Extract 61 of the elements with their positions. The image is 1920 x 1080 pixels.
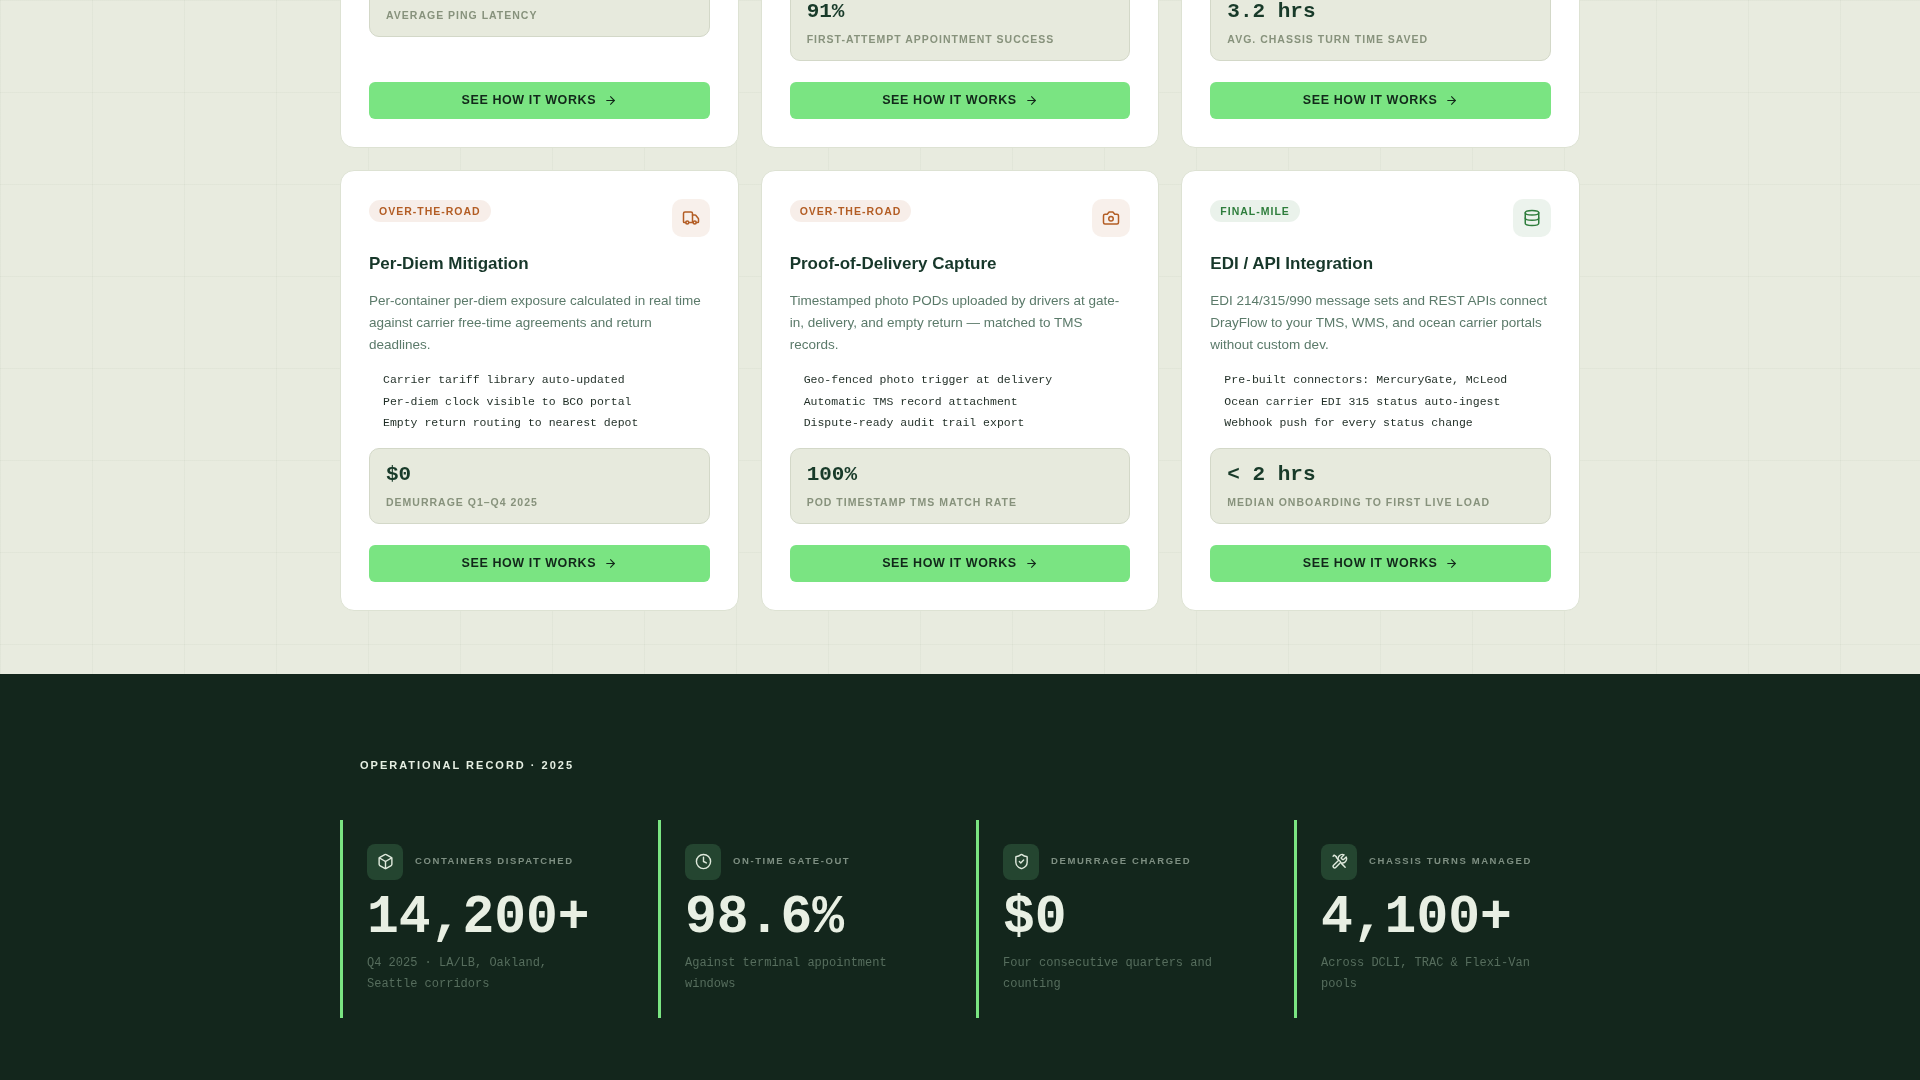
feature-bullet: Geo-fenced photo trigger at delivery (803, 372, 1053, 388)
stat-value: 4,100+ (1321, 888, 1512, 947)
feature-bullet: Pre-built connectors: MercuryGate, McLeod (1224, 372, 1508, 388)
card-title: Per-Diem Mitigation (369, 253, 530, 275)
stat-note: Q4 2025 · LA/LB, Oakland, Seattle corridors (367, 954, 549, 993)
metric-value: 3.2 hrs (1227, 0, 1316, 25)
database-icon (1513, 199, 1551, 237)
card-description: EDI 214/315/990 message sets and REST APIs connect DrayFlow to your TMS, WMS, and ocean carrier portals without custom dev. (1210, 292, 1549, 354)
stat-label: ON-TIME GATE-OUT (733, 854, 851, 869)
stat-label: CHASSIS TURNS MANAGED (1369, 854, 1532, 869)
arrow-right-icon (604, 94, 618, 107)
stat-value: 98.6% (685, 888, 845, 947)
arrow-right-icon (1445, 94, 1459, 107)
card-title: EDI / API Integration (1210, 253, 1375, 275)
card-description: Timestamped photo PODs uploaded by drivers at gate-in, delivery, and empty return — matched to TMS records. (789, 292, 1121, 354)
feature-bullet: Ocean carrier EDI 315 status auto-ingest (1224, 393, 1501, 410)
card-title: Proof-of-Delivery Capture (789, 253, 998, 275)
cube-icon (367, 843, 403, 880)
tools-icon (1321, 843, 1357, 880)
arrow-right-icon (1024, 556, 1038, 570)
stat-value: 14,200+ (367, 888, 590, 947)
metric-label: POD TIMESTAMP TMS MATCH RATE (806, 494, 1018, 510)
feature-bullet: Per-diem clock visible to BCO portal (383, 393, 632, 410)
card-description: Per-container per-diem exposure calculated in real time against carrier free-time agreements and return deadlines. (369, 292, 702, 354)
feature-bullet: Dispute-ready audit trail export (803, 415, 1025, 431)
feature-bullet: Webhook push for every status change (1224, 415, 1473, 431)
arrow-right-icon (604, 556, 618, 570)
shield-check-icon (1003, 843, 1039, 880)
metric-label: FIRST-ATTEMPT APPOINTMENT SUCCESS (806, 32, 1055, 47)
stat-note: Against terminal appointment windows (685, 954, 888, 993)
feature-bullet: Carrier tariff library auto-updated (383, 372, 625, 388)
metric-value: 100% (806, 461, 858, 488)
stat-label: DEMURRAGE CHARGED (1051, 854, 1192, 869)
clock-icon (685, 843, 721, 880)
camera-icon (1092, 199, 1131, 237)
arrow-right-icon (1445, 556, 1459, 570)
metric-value: < 2 hrs (1227, 461, 1316, 488)
section-eyebrow: OPERATIONAL RECORD · 2025 (360, 757, 574, 773)
category-tag: OVER-THE-ROAD (369, 200, 491, 222)
feature-bullet: Empty return routing to nearest depot (383, 415, 639, 431)
stat-note: Across DCLI, TRAC & Flexi-Van pools (1321, 954, 1531, 993)
stat-value: $0 (1003, 888, 1067, 947)
feature-bullet: Automatic TMS record attachment (803, 393, 1018, 410)
metric-value: $0 (386, 461, 412, 488)
cta-button[interactable]: SEE HOW IT WORKS (789, 82, 1131, 119)
stat-label: CONTAINERS DISPATCHED (415, 854, 574, 869)
metric-label: AVG. CHASSIS TURN TIME SAVED (1227, 32, 1429, 47)
cta-button[interactable]: SEE HOW IT WORKS (1210, 544, 1551, 582)
category-tag: FINAL-MILE (1210, 200, 1300, 222)
cta-button[interactable]: SEE HOW IT WORKS (369, 82, 710, 119)
arrow-right-icon (1024, 94, 1038, 107)
metric-label: AVERAGE PING LATENCY (386, 8, 538, 23)
metric-label: MEDIAN ONBOARDING TO FIRST LIVE LOAD (1227, 494, 1491, 510)
cta-button[interactable]: SEE HOW IT WORKS (369, 544, 710, 582)
category-tag: OVER-THE-ROAD (789, 200, 912, 222)
truck-icon (671, 199, 710, 237)
cta-button[interactable]: SEE HOW IT WORKS (1210, 82, 1551, 119)
stat-note: Four consecutive quarters and counting (1003, 954, 1213, 993)
cta-button[interactable]: SEE HOW IT WORKS (789, 544, 1131, 582)
metric-label: DEMURRAGE Q1–Q4 2025 (386, 494, 538, 510)
metric-value: 91% (806, 0, 845, 25)
